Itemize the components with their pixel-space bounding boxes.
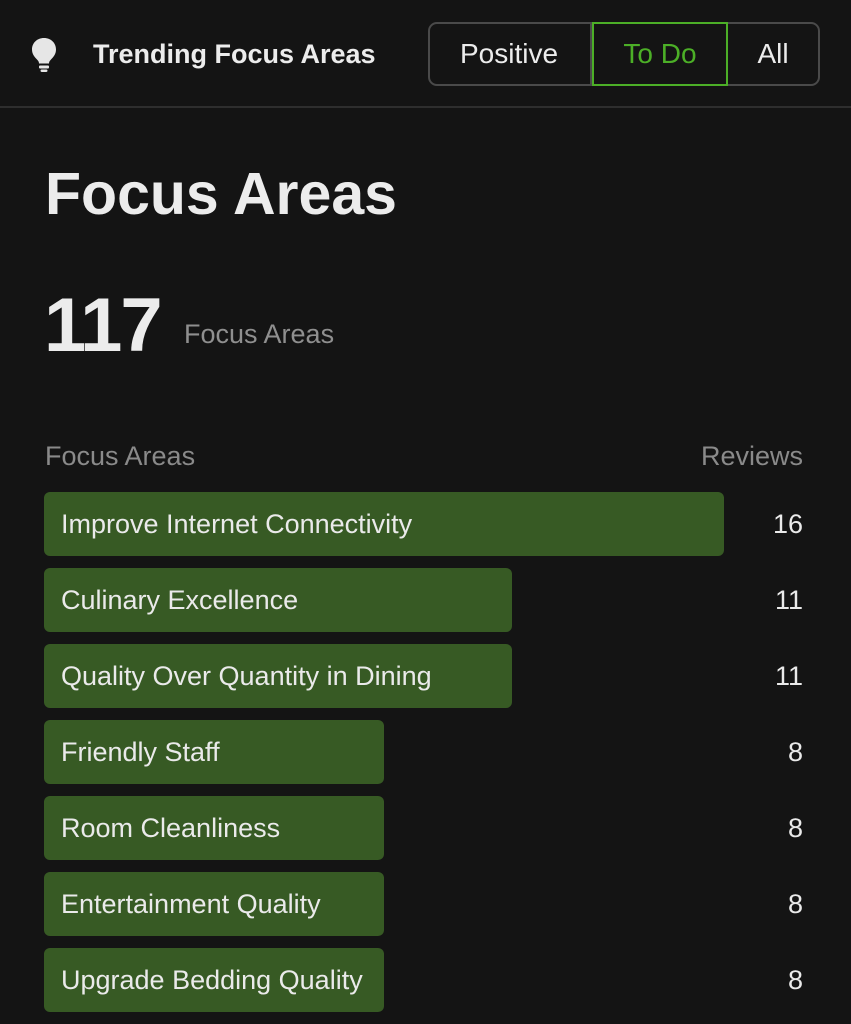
focus-area-review-count: 16 [772,508,803,539]
focus-area-label: Entertainment Quality [61,888,321,919]
focus-area-row[interactable]: Culinary Excellence 11 [44,568,803,632]
focus-area-label: Room Cleanliness [61,812,281,843]
focus-area-label: Quality Over Quantity in Dining [61,660,432,691]
header-title: Trending Focus Areas [93,39,376,69]
focus-area-review-count: 11 [774,660,803,691]
focus-area-label: Culinary Excellence [61,584,299,615]
focus-area-row[interactable]: Friendly Staff 8 [44,720,803,784]
focus-area-row[interactable]: Room Cleanliness 8 [44,796,803,860]
filter-segmented-control: Positive To Do All [428,22,820,86]
focus-area-label: Friendly Staff [61,736,220,767]
header-bar: Trending Focus Areas Positive To Do All [0,0,851,108]
filter-all-button[interactable]: All [726,22,820,86]
focus-area-review-count: 8 [787,736,803,767]
filter-positive-button[interactable]: Positive [428,22,592,86]
focus-area-list: Improve Internet Connectivity 16 Culinar… [44,492,803,1024]
filter-todo-button[interactable]: To Do [592,22,728,86]
focus-area-label: Upgrade Bedding Quality [61,964,363,995]
column-header-focus-areas: Focus Areas [45,441,196,471]
focus-area-row[interactable]: Upgrade Bedding Quality 8 [44,948,803,1012]
focus-area-row[interactable]: Improve Internet Connectivity 16 [44,492,803,556]
focus-area-label: Improve Internet Connectivity [61,508,413,539]
focus-area-row[interactable]: Quality Over Quantity in Dining 11 [44,644,803,708]
column-header-reviews: Reviews [700,441,803,471]
focus-area-row[interactable]: Entertainment Quality 8 [44,872,803,936]
page-title: Focus Areas [45,161,397,227]
focus-area-review-count: 11 [774,584,803,615]
focus-area-review-count: 8 [787,812,803,843]
focus-area-count-label: Focus Areas [184,319,335,349]
focus-area-review-count: 8 [787,888,803,919]
lightbulb-icon [32,38,56,72]
focus-area-review-count: 8 [787,964,803,995]
focus-area-count: 117 [44,283,163,368]
